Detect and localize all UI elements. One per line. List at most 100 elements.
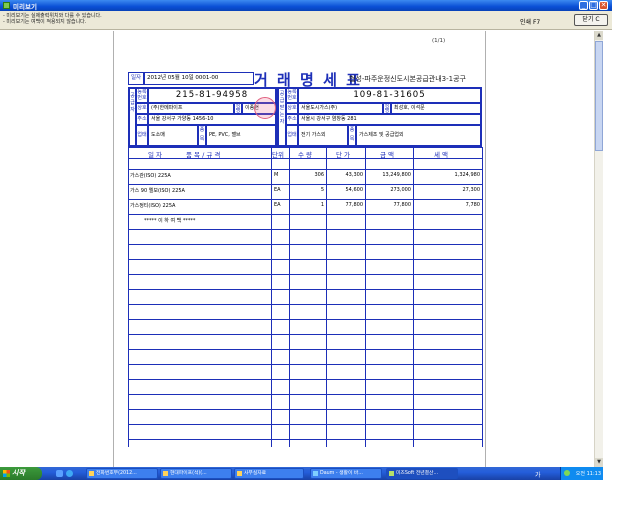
- date-label: 일자: [128, 72, 144, 85]
- receiver-biz: 전기 가스외: [298, 125, 348, 146]
- taskbar-item[interactable]: 전화번호부(2012...: [86, 468, 158, 479]
- row-line: [128, 409, 482, 410]
- task-icon: [163, 471, 168, 476]
- col-line: [365, 147, 366, 447]
- supplier-address-label: 주소: [136, 114, 148, 125]
- receiver-reg-label: 등록번호: [286, 88, 298, 103]
- minimize-button[interactable]: _: [579, 1, 588, 10]
- row-line: [128, 304, 482, 305]
- company-seal-icon: [254, 97, 276, 119]
- supplier-type-label: 종목: [198, 125, 206, 146]
- supplier-reg-label: 등록번호: [136, 88, 148, 103]
- taskbar-item-label: 전화번호부(2012...: [96, 471, 137, 476]
- taskbar-item-label: 미즈Soft 전년결산...: [396, 471, 439, 476]
- row-line: [128, 199, 482, 200]
- row1-tax: 1,324,980: [454, 172, 480, 178]
- window-title-bar: 미리보기 _ □ ✕: [0, 0, 612, 11]
- taskbar-item[interactable]: 사무실자료: [234, 468, 304, 479]
- receiver-address-label: 주소: [286, 114, 298, 125]
- receiver-company-label: 상호: [286, 103, 298, 114]
- supplier-type: PE, PVC, 밸브: [206, 125, 276, 146]
- receiver-address: 서울시 강서구 염창동 281: [298, 114, 481, 125]
- row-line: [128, 289, 482, 290]
- internet-explorer-icon[interactable]: [66, 470, 73, 477]
- date-value: 2012년 05월 10일 0001-00: [144, 72, 254, 85]
- vertical-scrollbar[interactable]: ▲ ▼: [594, 31, 603, 467]
- ime-indicator[interactable]: 가: [535, 470, 541, 479]
- taskbar-item-label: 현대파이프(석)(...: [170, 471, 207, 476]
- row1-item: 가스관(ISO) 225A: [130, 173, 171, 179]
- taskbar-item[interactable]: 현대파이프(석)(...: [160, 468, 232, 479]
- toolbar: - 미리보기는 실제출력위치와 다를 수 있습니다. - 미리보기는 여백이 적…: [0, 11, 612, 30]
- close-window-button[interactable]: ✕: [599, 1, 608, 10]
- start-label: 시작: [12, 469, 25, 477]
- scroll-up-icon[interactable]: ▲: [595, 31, 603, 40]
- row1-price: 43,300: [345, 172, 364, 178]
- row-line: [128, 424, 482, 425]
- row-line: [128, 319, 482, 320]
- scroll-down-icon[interactable]: ▼: [595, 458, 603, 467]
- scroll-thumb[interactable]: [595, 41, 603, 151]
- taskbar: 시작 전화번호부(2012... 현대파이프(석)(... 사무실자료 Daum…: [0, 467, 603, 480]
- maximize-button[interactable]: □: [589, 1, 598, 10]
- row-line: [128, 147, 482, 148]
- row-line: [128, 274, 482, 275]
- folder-icon: [237, 471, 242, 476]
- row-line: [128, 214, 482, 215]
- taskbar-item[interactable]: 미즈Soft 전년결산...: [386, 468, 458, 479]
- row3-unit: EA: [274, 202, 281, 208]
- end-of-list-marker: ***** 이 하 여 백 *****: [144, 218, 196, 224]
- row3-price: 77,800: [345, 202, 364, 208]
- row2-qty: 5: [320, 187, 324, 193]
- notice-line-2: - 미리보기는 여백이 적용되지 않습니다.: [3, 19, 87, 25]
- page-number: (1/1): [432, 38, 446, 44]
- print-button[interactable]: 인쇄 F7: [520, 17, 540, 26]
- row-line: [128, 169, 482, 170]
- row2-item: 가스 90 엘보(ISO) 225A: [130, 188, 185, 194]
- col-line: [413, 147, 414, 447]
- close-preview-button[interactable]: 닫기 C: [574, 14, 608, 26]
- row-line: [128, 334, 482, 335]
- row3-amount: 77,800: [393, 202, 412, 208]
- col-line: [128, 147, 129, 447]
- row3-tax: 7,780: [465, 202, 480, 208]
- row-line: [128, 158, 482, 159]
- taskbar-item-label: Daum - 생활이 바...: [320, 471, 363, 476]
- start-button[interactable]: 시작: [0, 467, 42, 480]
- supplier-company-label: 상호: [136, 103, 148, 114]
- receiver-name: 최성호, 이석문: [391, 103, 481, 114]
- row-line: [128, 259, 482, 260]
- row-line: [128, 229, 482, 230]
- taskbar-item[interactable]: Daum - 생활이 바...: [310, 468, 382, 479]
- supplier-side-label: 공 급 자: [129, 88, 136, 146]
- row-line: [128, 244, 482, 245]
- col-line: [271, 147, 272, 447]
- receiver-reg-no: 109-81-31605: [298, 88, 481, 103]
- row-line: [128, 364, 482, 365]
- app-icon: [3, 2, 10, 9]
- desktop-icon[interactable]: [56, 470, 63, 477]
- receiver-biz-label: 업태: [286, 125, 298, 146]
- row-line: [128, 379, 482, 380]
- col-line: [326, 147, 327, 447]
- row-line: [128, 184, 482, 185]
- clock: 오전 11:13: [575, 471, 601, 477]
- task-icon: [89, 471, 94, 476]
- row3-item: 가스정티(ISO) 225A: [130, 203, 176, 209]
- row2-amount: 273,000: [390, 187, 411, 193]
- col-line: [289, 147, 290, 447]
- supplier-company: (주)한메파이프: [148, 103, 234, 114]
- supplier-name-label: 성명: [234, 103, 242, 114]
- tray-status-icon[interactable]: [564, 470, 570, 476]
- system-tray: 오전 11:13: [560, 467, 603, 480]
- row1-unit: M: [274, 172, 279, 178]
- supplier-biz: 도소매: [148, 125, 198, 146]
- window-title: 미리보기: [13, 3, 37, 11]
- receiver-name-label: 성명: [383, 103, 391, 114]
- row3-qty: 1: [320, 202, 324, 208]
- receiver-type-label: 종목: [348, 125, 356, 146]
- row2-unit: EA: [274, 187, 281, 193]
- supplier-biz-label: 업태: [136, 125, 148, 146]
- row2-tax: 27,300: [462, 187, 481, 193]
- receiver-company: 서울도시가스(주): [298, 103, 383, 114]
